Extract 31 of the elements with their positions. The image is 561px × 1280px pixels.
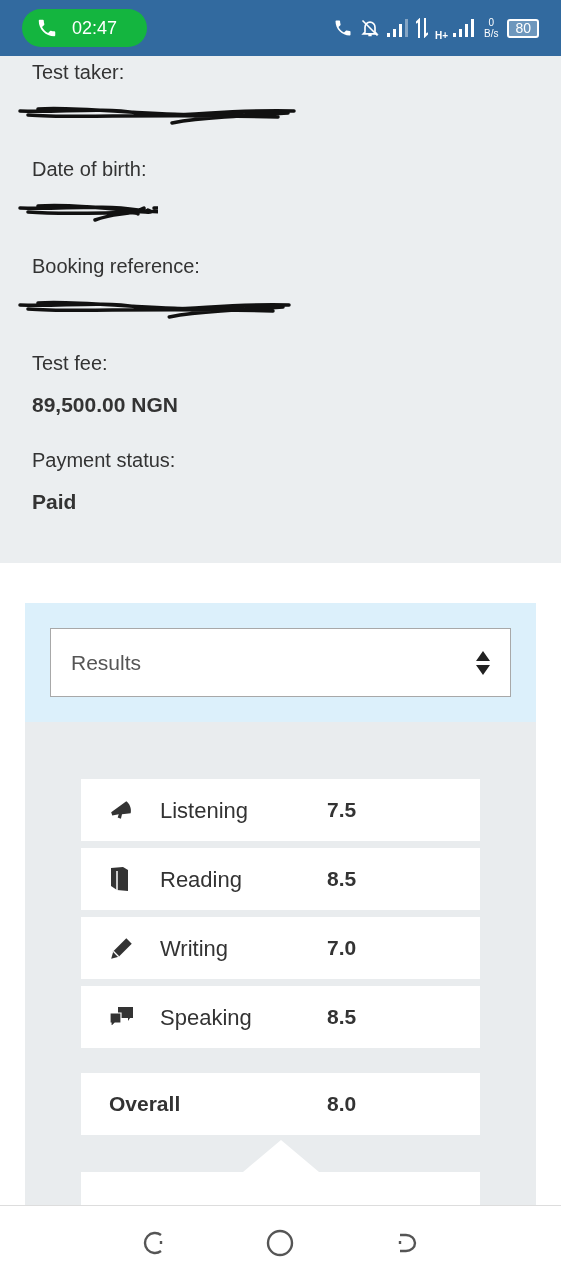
field-label: Test taker: <box>32 60 126 84</box>
home-icon[interactable] <box>266 1229 295 1257</box>
overall-label: Overall <box>109 1091 182 1118</box>
field-value: Paid <box>32 489 77 516</box>
network-type: H+ <box>434 28 448 43</box>
score-value: 7.0 <box>327 935 357 962</box>
results-select[interactable]: Results <box>50 628 511 697</box>
score-label: Listening <box>160 796 250 825</box>
score-value: 8.5 <box>327 866 357 893</box>
battery-indicator: 80 <box>507 18 539 38</box>
score-label: Writing <box>160 934 230 963</box>
score-label: Speaking <box>160 1003 253 1032</box>
speed-value: 0 <box>488 17 494 28</box>
speed-unit: B/s <box>483 28 499 39</box>
score-value: 8.5 <box>327 1004 357 1031</box>
signal-icon <box>452 19 475 37</box>
muted-bell-icon <box>359 18 380 38</box>
field-label: Date of birth: <box>32 157 148 181</box>
score-value: 7.5 <box>327 797 357 824</box>
phone-icon <box>36 17 58 39</box>
signal-icon <box>386 19 409 37</box>
book-icon <box>109 866 131 892</box>
field-label: Test fee: <box>32 351 109 375</box>
field-value: 89,500.00 NGN <box>32 392 178 419</box>
field-label: Payment status: <box>32 448 177 472</box>
field-label: Booking reference: <box>32 254 201 278</box>
overall-score: 8.0 <box>327 1091 357 1118</box>
sort-arrows-icon <box>476 650 490 675</box>
score-label: Reading <box>160 865 243 894</box>
pencil-icon <box>109 935 135 961</box>
data-arrows-icon <box>415 18 428 38</box>
